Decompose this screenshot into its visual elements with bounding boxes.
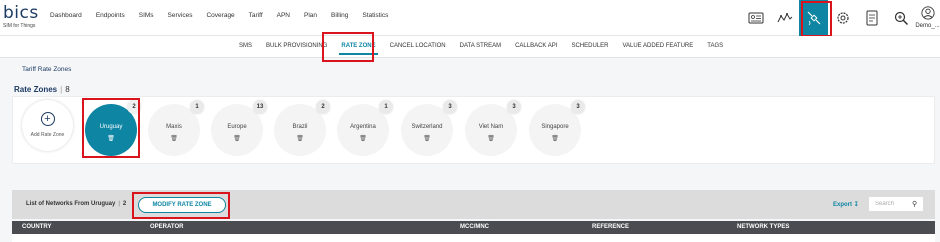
settings-icon[interactable] xyxy=(828,0,857,36)
add-rate-zone-button[interactable]: + Add Rate Zone xyxy=(22,100,73,151)
column-mcc-mnc[interactable]: MCC/MNC xyxy=(460,224,489,230)
nav-dashboard[interactable]: Dashboard xyxy=(50,12,82,19)
rate-zones-title: Rate Zones xyxy=(14,85,58,94)
nav-endpoints[interactable]: Endpoints xyxy=(96,12,125,19)
column-country[interactable]: COUNTRY xyxy=(22,224,51,230)
tab-data-stream[interactable]: DATA STREAM xyxy=(460,43,501,49)
tab-value-added-feature[interactable]: VALUE ADDED FEATURE xyxy=(622,43,693,49)
networks-table-body xyxy=(12,234,935,242)
zone-count-badge: 1 xyxy=(379,100,393,114)
zone-count-badge: 13 xyxy=(253,100,267,114)
zone-count-badge: 3 xyxy=(443,100,457,114)
zone-count-badge: 1 xyxy=(190,100,204,114)
zone-count-badge: 2 xyxy=(316,100,330,114)
modify-rate-zone-button[interactable]: MODIFY RATE ZONE xyxy=(138,197,226,213)
breadcrumb-rate-zones: Rate Zones xyxy=(37,66,72,73)
trash-icon[interactable]: 🗑 xyxy=(211,135,263,142)
tab-tags[interactable]: TAGS xyxy=(707,43,723,49)
zone-name: Singapore xyxy=(541,124,569,130)
logo-tagline: SIM for Things xyxy=(3,23,36,29)
networks-title: List of Networks From Uruguay | 2 xyxy=(26,201,127,207)
breadcrumb-tariff[interactable]: Tariff xyxy=(22,66,36,73)
nav-billing[interactable]: Billing xyxy=(331,12,348,19)
column-network-types[interactable]: NETWORK TYPES xyxy=(737,224,789,230)
tab-sms[interactable]: SMS xyxy=(239,43,252,49)
trash-icon[interactable]: 🗑 xyxy=(401,135,453,142)
rate-zone-europe[interactable]: 13 Europe 🗑 xyxy=(211,100,267,156)
nav-plan[interactable]: Plan xyxy=(304,12,317,19)
tariff-subnav: SMS BULK PROVISIONING RATE ZONE CANCEL L… xyxy=(0,36,940,58)
satellite-icon[interactable] xyxy=(799,0,828,36)
nav-apn[interactable]: APN xyxy=(277,12,290,19)
rate-zones-heading: Rate Zones | 8 xyxy=(14,85,70,94)
rate-zone-argentina[interactable]: 1 Argentina 🗑 xyxy=(337,100,393,156)
rate-zone-singapore[interactable]: 3 Singapore 🗑 xyxy=(529,100,585,156)
nav-sims[interactable]: SIMs xyxy=(139,12,154,19)
trash-icon[interactable]: 🗑 xyxy=(148,135,200,142)
zone-name: Uruguay xyxy=(99,124,123,130)
bics-logo[interactable]: bics SIM for Things xyxy=(3,5,53,31)
zone-count-badge: 3 xyxy=(507,100,521,114)
zone-name: Argentina xyxy=(350,124,376,130)
breadcrumb: Tariff Rate Zones xyxy=(22,66,71,73)
nav-services[interactable]: Services xyxy=(168,12,193,19)
zone-name: Switzerland xyxy=(411,124,443,130)
header-icon-group xyxy=(741,0,915,36)
nav-coverage[interactable]: Coverage xyxy=(206,12,234,19)
rate-zones-count: 8 xyxy=(65,85,70,94)
rate-zone-maxis[interactable]: 1 Maxis 🗑 xyxy=(148,100,204,156)
tab-list: SMS BULK PROVISIONING RATE ZONE CANCEL L… xyxy=(239,43,723,55)
trash-icon[interactable]: 🗑 xyxy=(337,135,389,142)
main-nav: Dashboard Endpoints SIMs Services Covera… xyxy=(50,12,388,19)
plus-icon: + xyxy=(40,112,55,126)
trash-icon[interactable]: 🗑 xyxy=(85,135,137,142)
rate-zone-brazil[interactable]: 2 Brazil 🗑 xyxy=(274,100,330,156)
id-card-icon[interactable] xyxy=(741,0,770,36)
networks-count: 2 xyxy=(122,201,127,207)
zone-name: Viet Nam xyxy=(478,124,504,130)
column-reference[interactable]: REFERENCE xyxy=(592,224,629,230)
download-icon: ↧ xyxy=(853,202,859,208)
nav-statistics[interactable]: Statistics xyxy=(362,12,388,19)
zone-name: Brazil xyxy=(292,124,308,130)
network-icon[interactable] xyxy=(770,0,799,36)
document-icon[interactable] xyxy=(857,0,886,36)
trash-icon[interactable]: 🗑 xyxy=(529,135,581,142)
rate-zone-uruguay[interactable]: 2 Uruguay 🗑 xyxy=(85,100,141,156)
tab-cancel-location[interactable]: CANCEL LOCATION xyxy=(390,43,446,49)
user-name: Demo_... xyxy=(915,23,940,29)
rate-zone-switzerland[interactable]: 3 Switzerland 🗑 xyxy=(401,100,457,156)
trash-icon[interactable]: 🗑 xyxy=(274,135,326,142)
nav-tariff[interactable]: Tariff xyxy=(249,12,263,19)
tab-rate-zone[interactable]: RATE ZONE xyxy=(339,43,378,55)
trash-icon[interactable]: 🗑 xyxy=(465,135,517,142)
logo-wordmark: bics xyxy=(3,3,39,23)
zone-name: Europe xyxy=(227,124,247,130)
rate-zone-viet-nam[interactable]: 3 Viet Nam 🗑 xyxy=(465,100,521,156)
export-label: Export xyxy=(833,202,853,208)
search-icon[interactable]: ⚲ xyxy=(912,200,917,208)
column-operator[interactable]: OPERATOR xyxy=(150,224,183,230)
tab-callback-api[interactable]: CALLBACK API xyxy=(515,43,557,49)
zone-count-badge: 3 xyxy=(571,100,585,114)
add-rate-zone-label: Add Rate Zone xyxy=(30,132,65,138)
tab-scheduler[interactable]: SCHEDULER xyxy=(571,43,608,49)
search-box: ⚲ xyxy=(868,196,924,212)
zoom-icon[interactable] xyxy=(886,0,915,36)
user-avatar-icon xyxy=(920,6,935,20)
tab-bulk-provisioning[interactable]: BULK PROVISIONING xyxy=(266,43,327,49)
zone-count-badge: 2 xyxy=(127,100,141,114)
search-input[interactable] xyxy=(869,197,911,211)
export-button[interactable]: Export ↧ xyxy=(833,201,859,208)
zone-name: Maxis xyxy=(166,124,182,130)
networks-title-text: List of Networks From Uruguay xyxy=(26,201,116,207)
user-menu[interactable]: Demo_... xyxy=(915,6,940,29)
top-navigation-bar: bics SIM for Things Dashboard Endpoints … xyxy=(0,0,940,36)
